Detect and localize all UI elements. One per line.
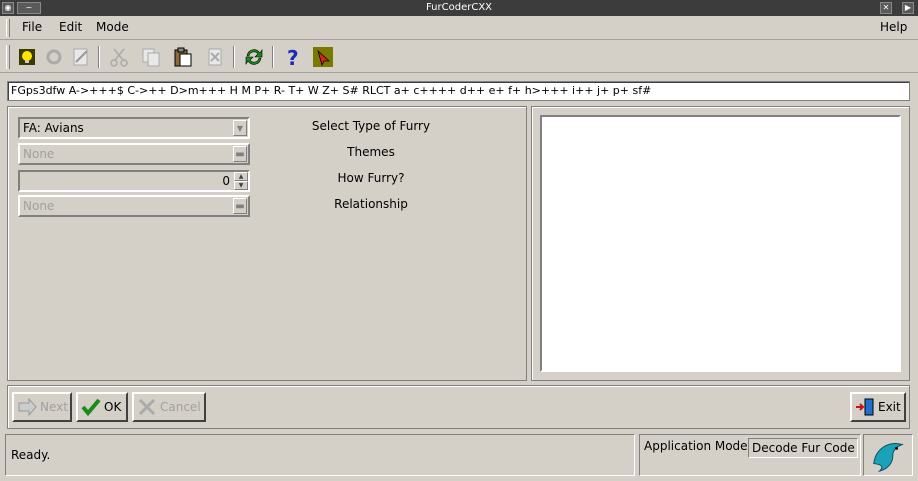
themes-label: Themes bbox=[347, 145, 395, 159]
toolbar-grip[interactable] bbox=[6, 45, 10, 69]
output-panel bbox=[531, 106, 910, 381]
ok-button[interactable]: OK bbox=[76, 392, 128, 422]
close-icon[interactable]: ✕ bbox=[880, 2, 892, 14]
next-arrow-icon bbox=[18, 397, 37, 417]
menu-file[interactable]: File bbox=[22, 20, 42, 34]
status-text: Ready. bbox=[5, 434, 635, 476]
cancel-x-icon bbox=[138, 398, 156, 416]
copy-icon[interactable] bbox=[140, 46, 162, 68]
fur-code-input[interactable]: FGps3dfw A->+++$ C->++ D>m+++ H M P+ R- … bbox=[7, 81, 910, 101]
pointer-help-icon[interactable] bbox=[312, 46, 334, 68]
dropdown-bar-icon[interactable]: ▬ bbox=[233, 198, 247, 214]
options-panel: FA: Avians ▼ Select Type of Furry None ▬… bbox=[7, 106, 527, 381]
application-mode-group: Application Mode Decode Fur Code bbox=[639, 434, 861, 476]
delete-icon[interactable] bbox=[204, 46, 226, 68]
refresh-icon[interactable] bbox=[243, 46, 265, 68]
menu-bar: File Edit Mode Help bbox=[0, 16, 918, 40]
spin-down-icon[interactable]: ▼ bbox=[234, 181, 248, 190]
menu-help[interactable]: Help bbox=[880, 20, 907, 34]
how-furry-label: How Furry? bbox=[337, 171, 405, 185]
toolbar: ? bbox=[0, 40, 918, 73]
cancel-label: Cancel bbox=[160, 400, 201, 414]
new-icon[interactable] bbox=[16, 46, 38, 68]
menu-edit[interactable]: Edit bbox=[59, 20, 82, 34]
how-furry-value: 0 bbox=[222, 174, 230, 188]
svg-text:?: ? bbox=[287, 46, 299, 68]
exit-door-icon bbox=[856, 398, 874, 416]
dolphin-logo-icon bbox=[863, 434, 913, 476]
next-button[interactable]: Next bbox=[12, 392, 72, 422]
application-mode-value: Decode Fur Code bbox=[748, 438, 858, 458]
title-bar: ◉ ~ FurCoderCXX ✕ ▶ bbox=[0, 0, 918, 16]
menu-mode[interactable]: Mode bbox=[96, 20, 129, 34]
application-mode-label: Application Mode bbox=[644, 439, 748, 453]
paste-icon[interactable] bbox=[172, 46, 194, 68]
button-bar: Next OK Cancel Exit bbox=[7, 385, 910, 429]
furry-type-label: Select Type of Furry bbox=[311, 119, 431, 133]
checkmark-icon bbox=[81, 398, 101, 417]
edit-doc-icon[interactable] bbox=[70, 46, 92, 68]
expand-icon[interactable]: ▶ bbox=[902, 2, 914, 14]
decoded-text-area[interactable] bbox=[540, 115, 901, 372]
exit-button[interactable]: Exit bbox=[850, 392, 906, 422]
cut-icon[interactable] bbox=[108, 46, 130, 68]
furry-type-value: FA: Avians bbox=[23, 121, 84, 135]
chevron-down-icon[interactable]: ▼ bbox=[233, 120, 247, 136]
themes-select[interactable]: None ▬ bbox=[18, 143, 250, 165]
themes-value: None bbox=[23, 147, 55, 161]
window-title: FurCoderCXX bbox=[425, 2, 493, 13]
exit-label: Exit bbox=[878, 400, 901, 414]
cancel-button[interactable]: Cancel bbox=[132, 392, 206, 422]
settings-icon[interactable] bbox=[43, 46, 65, 68]
next-label: Next bbox=[40, 400, 68, 414]
relationship-value: None bbox=[23, 199, 55, 213]
help-icon[interactable]: ? bbox=[281, 46, 303, 70]
how-furry-spinbox[interactable]: 0 ▲ ▼ bbox=[18, 170, 250, 192]
furry-type-select[interactable]: FA: Avians ▼ bbox=[18, 117, 250, 139]
ok-label: OK bbox=[104, 400, 122, 414]
status-bar: Ready. Application Mode Decode Fur Code bbox=[3, 434, 915, 478]
dropdown-bar-icon[interactable]: ▬ bbox=[233, 146, 247, 162]
spin-up-icon[interactable]: ▲ bbox=[234, 172, 248, 181]
relationship-select[interactable]: None ▬ bbox=[18, 195, 250, 217]
menubar-grip[interactable] bbox=[6, 19, 10, 37]
relationship-label: Relationship bbox=[334, 197, 408, 211]
